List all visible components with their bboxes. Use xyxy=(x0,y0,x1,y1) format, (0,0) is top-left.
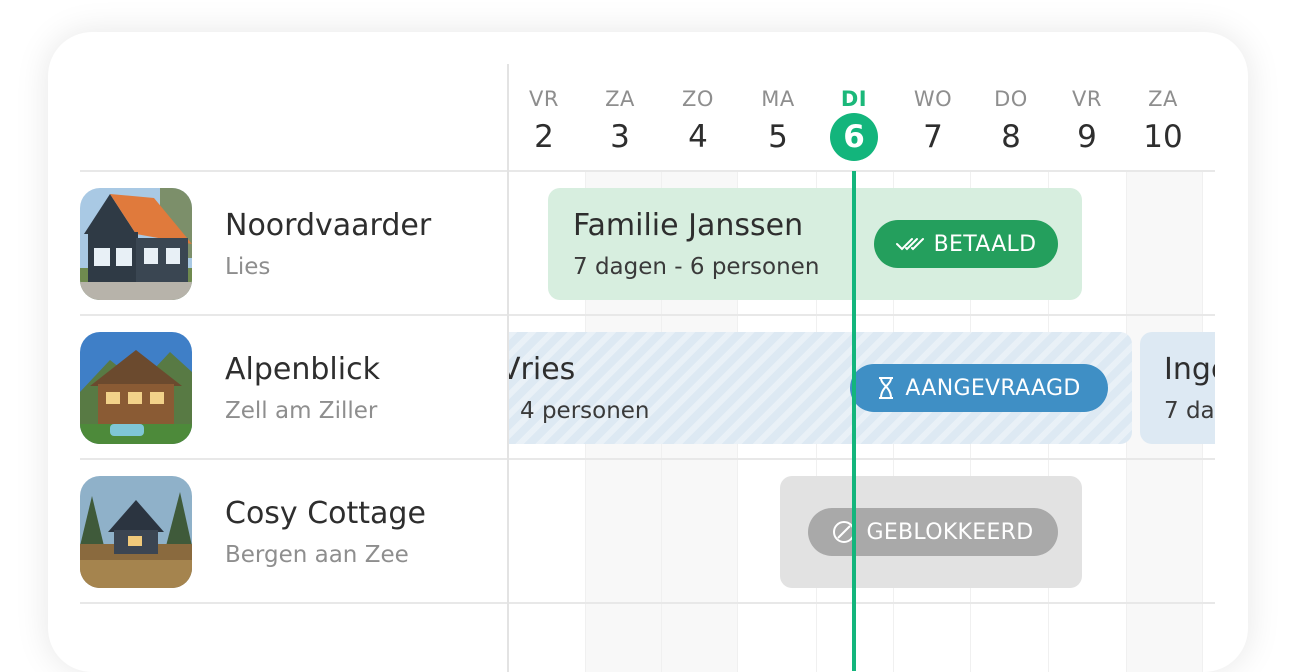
date-column-header[interactable]: VR 9 xyxy=(1057,86,1117,162)
booking-blocked[interactable]: GEBLOKKEERD xyxy=(780,476,1082,588)
booking-vries[interactable]: Vries 4 personen AANGEVRAAGD xyxy=(509,332,1132,444)
weekday-label: DO xyxy=(994,87,1028,111)
date-column-header[interactable]: WO 7 xyxy=(903,86,963,162)
booking-details: 4 personen xyxy=(520,398,650,424)
weekday-label: MA xyxy=(761,87,795,111)
double-check-icon xyxy=(895,236,924,252)
day-number: 9 xyxy=(1077,119,1097,155)
status-label: BETAALD xyxy=(933,231,1037,257)
day-number: 7 xyxy=(923,119,943,155)
property-location: Bergen aan Zee xyxy=(225,542,409,568)
calendar-card: VR 2 ZA 3 ZO 4 MA 5 DI 6 WO 7 DO 8 VR 9 xyxy=(48,32,1248,672)
weekday-label: VR xyxy=(1072,87,1102,111)
date-column-header[interactable]: VR 2 xyxy=(514,86,574,162)
property-name[interactable]: Cosy Cottage xyxy=(225,496,426,531)
booking-details: 7 dagen - 6 personen xyxy=(573,254,820,280)
weekday-label: ZA xyxy=(605,87,635,111)
booking-inge[interactable]: Inge va 7 dagen xyxy=(1140,332,1215,444)
property-photo-noordvaarder[interactable] xyxy=(80,188,192,300)
status-label: GEBLOKKEERD xyxy=(866,519,1034,545)
status-badge-paid: BETAALD xyxy=(874,220,1058,268)
date-column-header[interactable]: ZO 4 xyxy=(668,86,728,162)
property-photo-alpenblick[interactable] xyxy=(80,332,192,444)
today-indicator-line xyxy=(852,171,856,671)
status-badge-blocked: GEBLOKKEERD xyxy=(808,508,1058,556)
property-name[interactable]: Alpenblick xyxy=(225,352,380,387)
property-location: Lies xyxy=(225,254,271,280)
booking-area: Familie Janssen 7 dagen - 6 personen BET… xyxy=(509,172,1215,672)
hourglass-icon xyxy=(877,376,895,400)
booking-details: 7 dagen xyxy=(1164,398,1215,424)
weekday-label: ZA xyxy=(1148,87,1178,111)
date-column-header[interactable]: ZA 3 xyxy=(590,86,650,162)
day-number: 3 xyxy=(610,119,630,155)
booking-familie-janssen[interactable]: Familie Janssen 7 dagen - 6 personen BET… xyxy=(548,188,1082,300)
date-column-header[interactable]: ZA 10 xyxy=(1133,86,1193,162)
booking-title: Familie Janssen xyxy=(573,208,804,243)
calendar-grid: VR 2 ZA 3 ZO 4 MA 5 DI 6 WO 7 DO 8 VR 9 xyxy=(48,32,1248,672)
booking-title: Inge va xyxy=(1164,352,1215,387)
day-number: 5 xyxy=(768,119,788,155)
weekday-label: VR xyxy=(529,87,559,111)
day-number: 10 xyxy=(1143,119,1183,155)
date-column-header-today[interactable]: DI 6 xyxy=(824,86,884,161)
weekday-label: WO xyxy=(913,87,953,111)
booking-title: Vries xyxy=(509,352,576,387)
day-number: 8 xyxy=(1001,119,1021,155)
date-column-header[interactable]: DO 8 xyxy=(981,86,1041,162)
status-badge-requested: AANGEVRAAGD xyxy=(850,364,1108,412)
status-label: AANGEVRAAGD xyxy=(905,375,1081,401)
property-location: Zell am Ziller xyxy=(225,398,378,424)
date-column-header[interactable]: MA 5 xyxy=(748,86,808,162)
weekday-label: ZO xyxy=(682,87,714,111)
day-number: 4 xyxy=(688,119,708,155)
weekday-label: DI xyxy=(840,87,868,111)
today-day-number: 6 xyxy=(830,113,878,161)
day-number: 2 xyxy=(534,119,554,155)
property-name[interactable]: Noordvaarder xyxy=(225,208,431,243)
property-photo-cosy-cottage[interactable] xyxy=(80,476,192,588)
